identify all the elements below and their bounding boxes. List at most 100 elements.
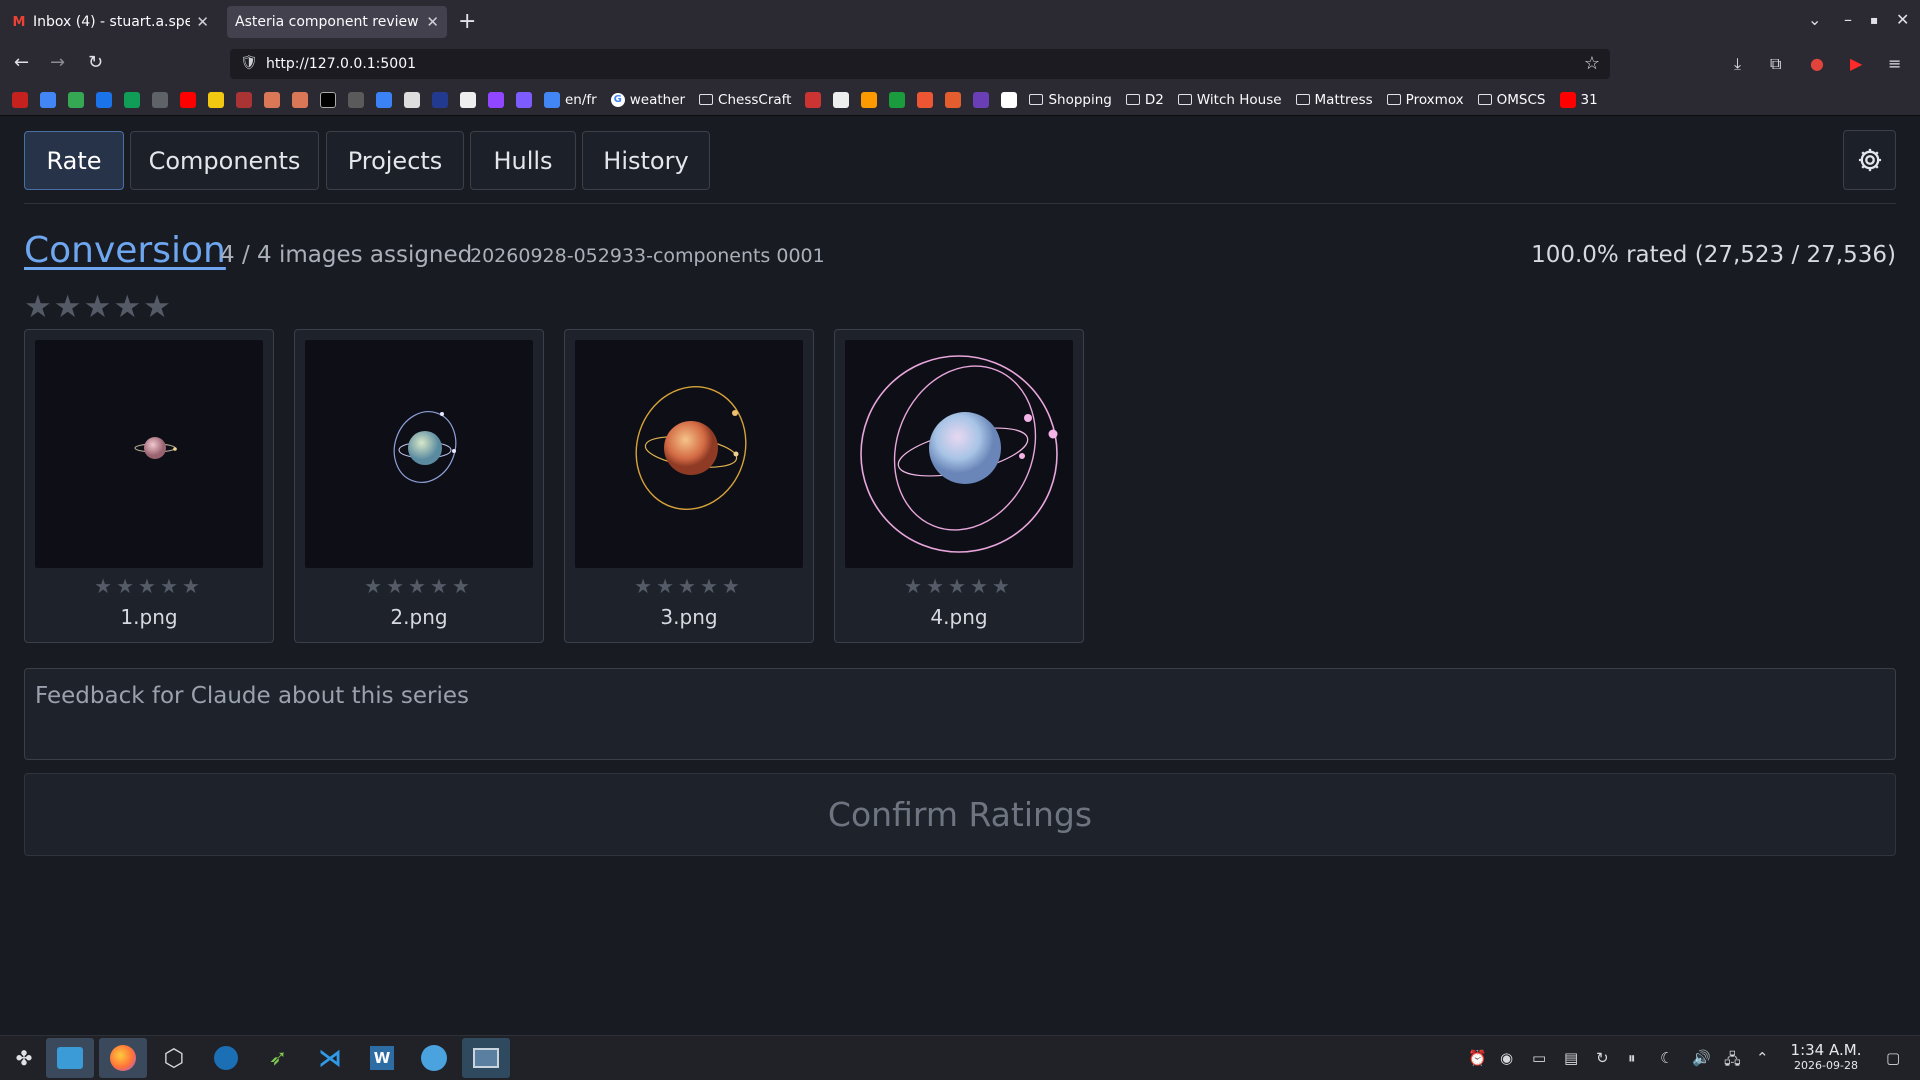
calendar-bookmark-icon[interactable] — [40, 91, 56, 108]
tab-list-chevron-icon[interactable]: ⌄ — [1808, 10, 1821, 29]
claude-bookmark-icon[interactable] — [292, 91, 308, 108]
bookmark-folder-witch-house[interactable]: Witch House — [1177, 92, 1282, 108]
extensions-icon[interactable]: ⧉ — [1770, 54, 1781, 74]
maps-bookmark-icon[interactable] — [124, 91, 140, 108]
notification-icon[interactable]: ⏰ — [1468, 1049, 1487, 1067]
claude-bookmark-icon[interactable] — [264, 91, 280, 108]
night-color-icon[interactable]: ☾ — [1660, 1049, 1673, 1067]
media-pause-icon[interactable]: ⏸ — [1628, 1049, 1636, 1067]
sync-icon[interactable]: ↻ — [1596, 1049, 1609, 1067]
browser-tab-asteria[interactable]: Asteria component review ✕ — [227, 6, 447, 38]
tab-rate[interactable]: Rate — [24, 131, 124, 190]
volume-icon[interactable]: 🔊 — [1692, 1049, 1711, 1067]
screenshot-app-icon[interactable] — [462, 1038, 510, 1078]
bookmark-icon[interactable] — [320, 91, 336, 108]
app-launcher-icon[interactable]: ✤ — [0, 1038, 48, 1078]
confirm-ratings-button[interactable]: Confirm Ratings — [24, 773, 1896, 856]
url-bar[interactable]: 🛡 http://127.0.0.1:5001 ☆ — [230, 49, 1610, 79]
browser-nav-bar: ← → ↻ 🛡 http://127.0.0.1:5001 ☆ ⤓ ⧉ ● ▶ … — [0, 44, 1920, 84]
bookmark-icon[interactable] — [833, 91, 850, 108]
image-star-rating[interactable]: ★★★★★ — [25, 574, 273, 598]
bookmark-icon[interactable] — [404, 91, 420, 108]
bookmark-icon[interactable] — [516, 91, 532, 108]
bookmark-icon[interactable] — [1001, 91, 1018, 108]
bookmark-icon[interactable] — [917, 91, 934, 108]
tab-components[interactable]: Components — [130, 131, 319, 190]
bookmark-folder-mattress[interactable]: Mattress — [1295, 92, 1373, 108]
menu-icon[interactable]: ≡ — [1888, 54, 1901, 73]
game-app-icon[interactable]: ➶ — [254, 1038, 302, 1078]
image-star-rating[interactable]: ★★★★★ — [835, 574, 1083, 598]
drive-bookmark-icon[interactable] — [68, 91, 84, 108]
vscode-icon[interactable]: ⋊ — [306, 1038, 354, 1078]
images-assigned-text: 4 / 4 images assigned — [220, 242, 473, 268]
gmail-bookmark-icon[interactable] — [12, 91, 28, 108]
bookmark-weather[interactable]: G weather — [610, 92, 685, 108]
bookmark-31[interactable]: 31 — [1559, 91, 1598, 108]
download-icon[interactable]: ⤓ — [1734, 54, 1741, 74]
series-star-rating[interactable]: ★★★★★ — [24, 289, 173, 325]
browser-app-icon[interactable] — [410, 1038, 458, 1078]
tab-projects[interactable]: Projects — [326, 131, 464, 190]
twitch-bookmark-icon[interactable] — [488, 91, 504, 108]
bookmark-icon[interactable] — [432, 91, 448, 108]
new-tab-button[interactable]: + — [458, 9, 476, 34]
bookmark-folder-omscs[interactable]: OMSCS — [1477, 92, 1546, 108]
bookmark-icon[interactable] — [236, 91, 252, 108]
forward-icon[interactable]: → — [50, 52, 65, 73]
youtube-bookmark-icon[interactable] — [180, 91, 196, 108]
bookmark-en-fr[interactable]: en/fr — [544, 91, 597, 108]
bookmark-icon[interactable] — [889, 91, 906, 108]
tray-expand-icon[interactable]: ⌃ — [1756, 1049, 1769, 1067]
settings-button[interactable] — [1843, 130, 1896, 190]
image-star-rating[interactable]: ★★★★★ — [565, 574, 813, 598]
bookmark-icon[interactable] — [208, 91, 224, 108]
tab-label: History — [603, 146, 689, 175]
maximize-icon[interactable]: ▪ — [1870, 13, 1878, 27]
hex-app-icon[interactable]: ⬡ — [150, 1038, 198, 1078]
bookmark-icon[interactable] — [96, 91, 112, 108]
terminal-icon[interactable]: ▭ — [1532, 1049, 1546, 1067]
minimize-icon[interactable]: – — [1844, 10, 1852, 29]
bookmark-icon[interactable] — [376, 91, 392, 108]
close-window-icon[interactable]: ✕ — [1896, 10, 1909, 29]
bookmark-folder-shopping[interactable]: Shopping — [1029, 92, 1112, 108]
shield-icon: 🛡 — [240, 55, 258, 71]
steam-tray-icon[interactable]: ◉ — [1500, 1049, 1513, 1067]
bookmark-icon[interactable] — [973, 91, 990, 108]
tab-hulls[interactable]: Hulls — [470, 131, 576, 190]
show-desktop-icon[interactable]: ▢ — [1886, 1049, 1900, 1067]
bookmark-star-icon[interactable]: ☆ — [1584, 53, 1600, 74]
bookmark-icon[interactable] — [805, 91, 822, 108]
youtube-icon[interactable]: ▶ — [1850, 54, 1862, 73]
reload-icon[interactable]: ↻ — [88, 52, 103, 73]
image-thumbnail[interactable] — [575, 340, 803, 568]
close-tab-icon[interactable]: ✕ — [196, 13, 209, 31]
ublock-icon[interactable]: ● — [1810, 54, 1824, 73]
network-icon[interactable]: 🖧 — [1724, 1049, 1741, 1074]
back-icon[interactable]: ← — [14, 52, 29, 73]
bookmark-folder-chesscraft[interactable]: ChessCraft — [699, 92, 791, 108]
bookmark-folder-proxmox[interactable]: Proxmox — [1386, 92, 1464, 108]
tab-history[interactable]: History — [582, 131, 710, 190]
bookmark-icon[interactable] — [152, 91, 168, 108]
image-thumbnail[interactable] — [305, 340, 533, 568]
file-manager-icon[interactable] — [46, 1038, 94, 1078]
bookmark-folder-d2[interactable]: D2 — [1125, 92, 1164, 108]
image-thumbnail[interactable] — [35, 340, 263, 568]
browser-tab-inbox[interactable]: M Inbox (4) - stuart.a.spence@ ✕ — [3, 6, 217, 38]
clock[interactable]: 1:34 A.M. 2026-09-28 — [1786, 1041, 1866, 1072]
firefox-icon[interactable] — [99, 1038, 147, 1078]
bookmark-icon[interactable] — [348, 91, 364, 108]
steam-icon[interactable] — [202, 1038, 250, 1078]
writer-app-icon[interactable]: W — [358, 1038, 406, 1078]
clipboard-icon[interactable]: ▤ — [1564, 1049, 1578, 1067]
image-star-rating[interactable]: ★★★★★ — [295, 574, 543, 598]
bookmark-icon[interactable] — [945, 91, 962, 108]
close-tab-icon[interactable]: ✕ — [426, 13, 439, 31]
feedback-input[interactable] — [24, 668, 1896, 760]
bookmark-icon[interactable] — [861, 91, 878, 108]
image-thumbnail[interactable] — [845, 340, 1073, 568]
series-title-link[interactable]: Conversion — [24, 230, 226, 271]
bookmark-icon[interactable] — [460, 91, 476, 108]
